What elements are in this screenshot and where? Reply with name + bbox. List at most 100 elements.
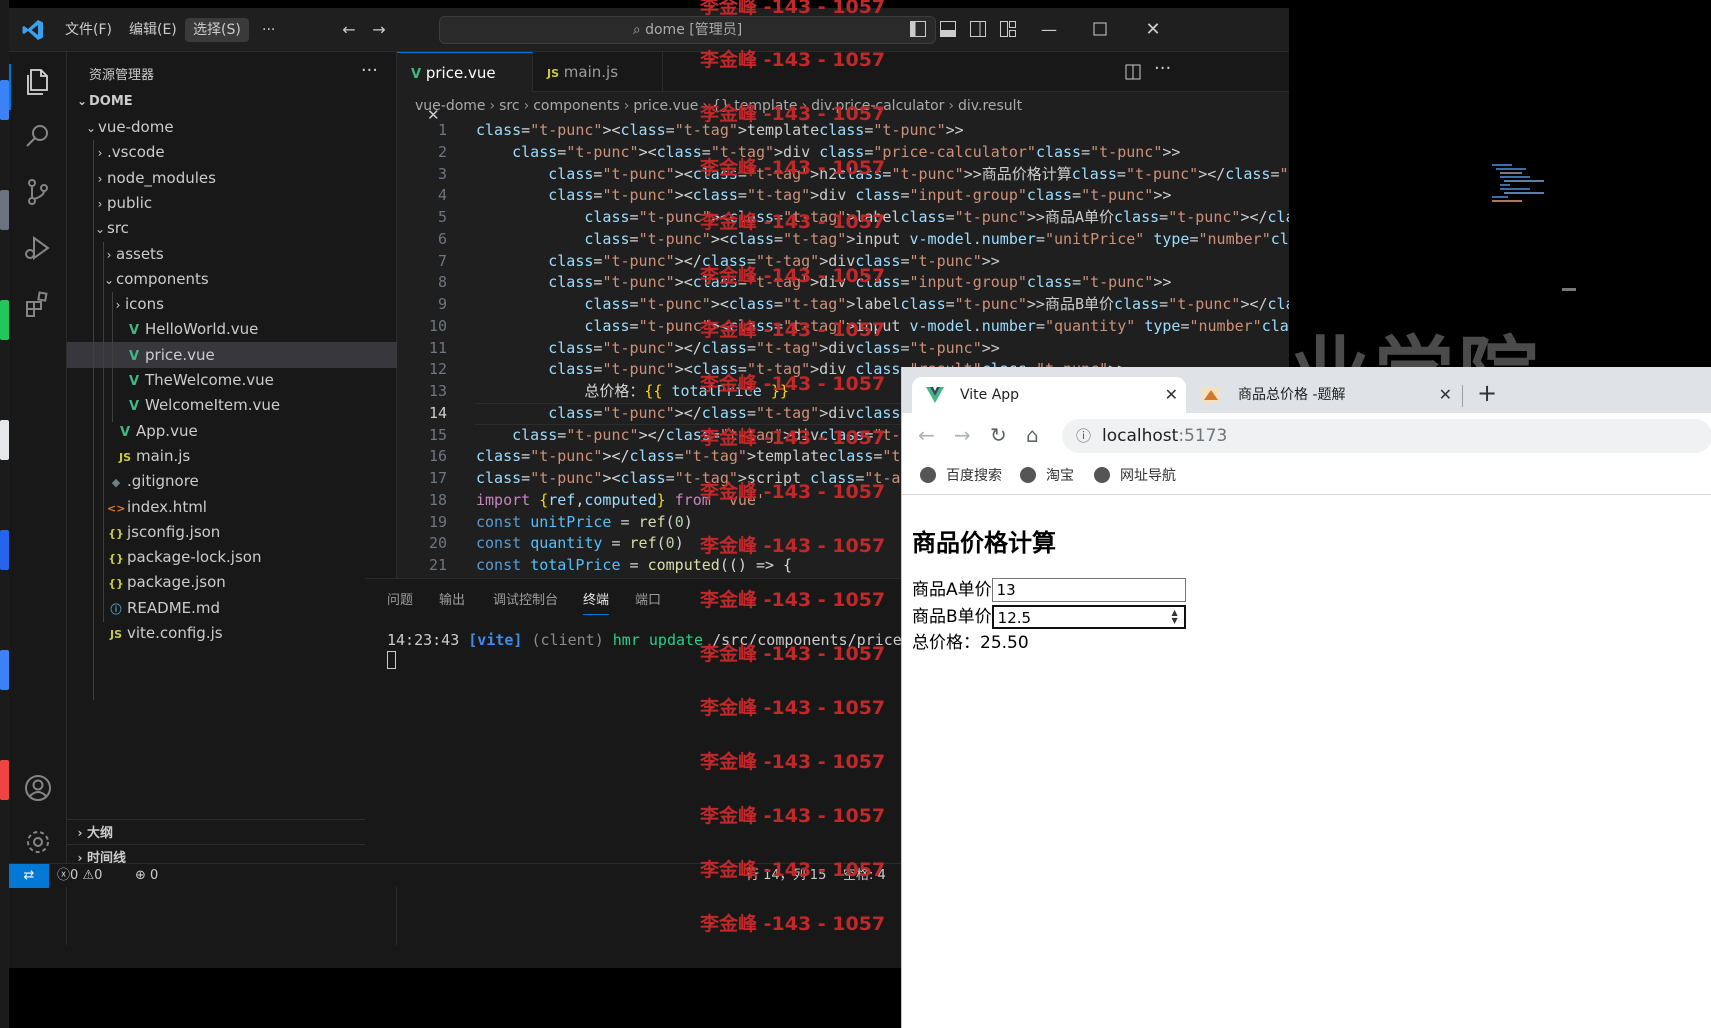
menu-edit[interactable]: 编辑(E) [121,18,185,42]
breadcrumb-segment[interactable]: price.vue [633,98,698,114]
tree-item[interactable]: › assets [67,241,397,267]
menu-file[interactable]: 文件(F) [57,18,120,42]
workspace-root[interactable]: ⌄ DOME [67,88,397,114]
problems-indicator[interactable]: ⓧ0 ⚠0 [57,864,102,888]
explorer-more-icon[interactable]: ··· [361,60,378,81]
panel-tab[interactable]: 调试控制台 [493,589,558,608]
menu-more[interactable]: ··· [254,18,283,42]
tree-item[interactable]: ⌄ vue-dome [67,114,397,140]
minimize-icon[interactable]: — [1039,20,1059,40]
desktop-app-icon[interactable] [0,530,9,570]
line-number: 9 [437,295,447,313]
breadcrumb-segment[interactable]: components [533,98,620,114]
tab-price-vue[interactable]: V price.vue ✕ [397,52,533,124]
quantity-input[interactable]: 12.5 ▲ ▼ [991,605,1186,629]
desktop-app-icon[interactable] [0,760,9,800]
input-group-b: 商品B单价 12.5 ▲ ▼ [912,605,1186,629]
tree-item[interactable]: ⓘ README.md [67,595,397,621]
tree-item[interactable]: {} package.json [67,569,397,595]
minimap[interactable] [1492,164,1552,204]
tree-item[interactable]: › .vscode [67,139,397,165]
desktop-app-icon[interactable] [0,190,9,230]
desktop-app-icon[interactable] [0,80,9,120]
tree-item[interactable]: › node_modules [67,165,397,191]
tree-item[interactable]: ⌄ components [67,266,397,292]
menu-selection[interactable]: 选择(S) [185,18,249,42]
tree-item[interactable]: JS main.js [67,443,397,469]
close-tab-icon[interactable]: ✕ [1439,377,1452,413]
run-debug-icon[interactable] [22,232,54,264]
back-arrow-icon[interactable]: ← [918,423,935,447]
account-icon[interactable] [22,772,54,804]
panel-tab[interactable]: 端口 [635,589,661,608]
unit-price-input[interactable]: 13 [991,578,1186,602]
line-number: 5 [437,208,447,226]
info-file-icon: ⓘ [110,602,122,616]
bookmark-navigation[interactable]: 网址导航 [1094,465,1176,485]
tree-item[interactable]: V WelcomeItem.vue [67,392,397,418]
browser-tab-vite-app[interactable]: Vite App ✕ [912,377,1186,413]
desktop-app-icon[interactable] [0,300,9,340]
toggle-sidebar-icon[interactable] [909,20,927,38]
search-icon[interactable] [22,120,54,152]
panel-tab[interactable]: 终端 [583,589,610,615]
home-icon[interactable]: ⌂ [1026,423,1039,447]
site-info-icon[interactable]: ⓘ [1076,419,1091,453]
extensions-icon[interactable] [22,288,54,320]
back-arrow-icon[interactable]: ← [339,20,359,40]
tree-item[interactable]: ⌄ src [67,215,397,241]
close-icon[interactable]: ✕ [1143,20,1163,40]
breadcrumb-segment[interactable]: vue-dome [415,98,486,114]
toggle-secondary-sidebar-icon[interactable] [969,20,987,38]
remote-indicator-icon[interactable]: ⇄ [9,864,49,888]
breadcrumb-segment[interactable]: div.result [958,98,1022,114]
tree-item[interactable]: V TheWelcome.vue [67,367,397,393]
toggle-panel-icon[interactable] [939,20,957,38]
vscode-logo-icon[interactable] [21,18,45,42]
tree-item[interactable]: Vprice.vue [67,341,397,368]
desktop-app-icon[interactable] [0,420,9,460]
panel-tab[interactable]: 输出 [439,589,465,608]
ports-indicator[interactable]: ⊕ 0 [135,864,158,888]
customize-layout-icon[interactable] [999,20,1017,38]
error-icon: ⓧ [57,868,71,883]
panel-tab[interactable]: 问题 [387,589,413,608]
desktop-app-icon[interactable] [0,650,9,690]
tree-item[interactable]: JS vite.config.js [67,620,397,646]
bookmark-baidu[interactable]: 百度搜索 [920,465,1002,485]
browser-tab-solution[interactable]: 商品总价格 -题解 ✕ [1190,377,1460,413]
number-spinner-icon[interactable]: ▲ ▼ [1172,609,1178,625]
html-file-icon: <> [107,501,126,515]
forward-arrow-icon[interactable]: → [954,423,971,447]
split-editor-icon[interactable] [1125,64,1141,80]
tree-item[interactable]: V App.vue [67,418,397,444]
terminal-cursor[interactable] [387,651,396,669]
source-control-icon[interactable] [22,176,54,208]
address-bar[interactable]: ⓘ localhost:5173 [1062,419,1711,453]
new-tab-icon[interactable]: + [1477,379,1497,407]
tree-item[interactable]: › icons [67,291,397,317]
command-center[interactable]: ⌕ dome [管理员] [439,16,936,44]
close-tab-icon[interactable]: ✕ [1165,377,1178,413]
tab-main-js[interactable]: JS main.js [533,52,663,92]
explorer-icon[interactable] [22,66,54,98]
tree-item[interactable]: {} jsconfig.json [67,519,397,545]
tree-item[interactable]: › public [67,190,397,216]
tree-item[interactable]: <> index.html [67,494,397,520]
tree-indent-guide [112,292,113,422]
error-count: 0 [70,868,79,883]
url-host: localhost [1102,426,1179,446]
tree-item[interactable]: ◆ .gitignore [67,468,397,494]
outline-section[interactable]: › 大纲 [67,819,397,845]
forward-arrow-icon[interactable]: → [369,20,389,40]
bookmark-taobao[interactable]: 淘宝 [1020,465,1074,485]
settings-gear-icon[interactable] [22,826,54,858]
editor-scrollbar[interactable] [1562,288,1576,291]
maximize-icon[interactable] [1093,22,1107,36]
editor-more-icon[interactable]: ··· [1154,58,1171,79]
tree-item[interactable]: {} package-lock.json [67,544,397,570]
line-number: 21 [428,556,447,574]
breadcrumb-segment[interactable]: src [499,98,519,114]
reload-icon[interactable]: ↻ [990,423,1007,447]
tree-item[interactable]: V HelloWorld.vue [67,316,397,342]
